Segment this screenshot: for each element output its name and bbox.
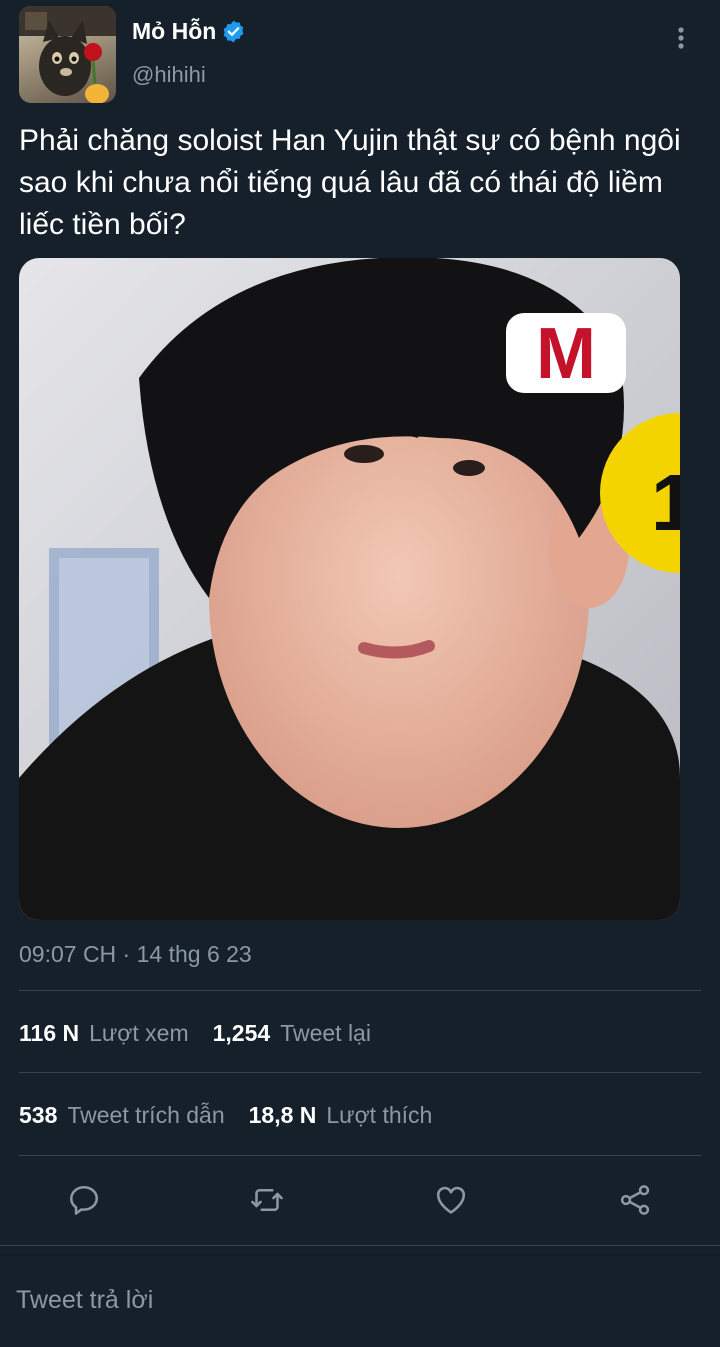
views-label[interactable]: Lượt xem — [89, 1020, 189, 1047]
stats-row-views-retweets: 116 N Lượt xem 1,254 Tweet lại — [19, 1020, 395, 1047]
tweet-header: Mỏ Hỗn @hihihi — [0, 0, 720, 110]
handle[interactable]: @hihihi — [132, 62, 206, 88]
likes-count[interactable]: 18,8 N — [249, 1102, 317, 1129]
reply-input[interactable]: Tweet trả lời — [16, 1286, 153, 1315]
reply-icon — [69, 1185, 99, 1215]
display-name[interactable]: Mỏ Hỗn — [132, 18, 216, 45]
divider — [19, 990, 701, 991]
retweets-label[interactable]: Tweet lại — [280, 1020, 371, 1047]
stats-row-quotes-likes: 538 Tweet trích dẫn 18,8 N Lượt thích — [19, 1102, 456, 1129]
verified-badge-icon — [223, 20, 244, 43]
likes-label[interactable]: Lượt thích — [326, 1102, 432, 1129]
retweet-button[interactable] — [245, 1178, 289, 1222]
divider — [19, 1072, 701, 1073]
divider — [19, 1155, 701, 1156]
tweet-text: Phải chăng soloist Han Yujin thật sự có … — [19, 124, 681, 241]
reply-button[interactable] — [62, 1178, 106, 1222]
tweet-timestamp[interactable]: 09:07 CH · 14 thg 6 23 — [19, 941, 252, 968]
photo-image: M 15 — [19, 258, 680, 920]
name-row: Mỏ Hỗn — [132, 18, 246, 45]
like-button[interactable] — [429, 1178, 473, 1222]
share-button[interactable] — [613, 1178, 657, 1222]
quotes-count[interactable]: 538 — [19, 1102, 57, 1129]
reply-composer[interactable]: Tweet trả lời — [0, 1258, 720, 1347]
tweet-photo[interactable]: M 15 — [19, 258, 680, 920]
like-icon — [436, 1186, 466, 1214]
quotes-label[interactable]: Tweet trích dẫn — [67, 1102, 224, 1129]
views-count[interactable]: 116 N — [19, 1020, 79, 1047]
age-badge: 15 — [651, 458, 680, 547]
watermark-letter: M — [536, 314, 596, 394]
share-icon — [620, 1185, 650, 1215]
cat-with-rose-avatar-icon — [19, 6, 116, 103]
avatar[interactable] — [19, 6, 116, 103]
divider — [0, 1245, 720, 1246]
more-options-icon[interactable] — [670, 22, 692, 54]
retweets-count[interactable]: 1,254 — [213, 1020, 271, 1047]
retweet-icon — [251, 1188, 283, 1212]
divider — [0, 1254, 720, 1255]
